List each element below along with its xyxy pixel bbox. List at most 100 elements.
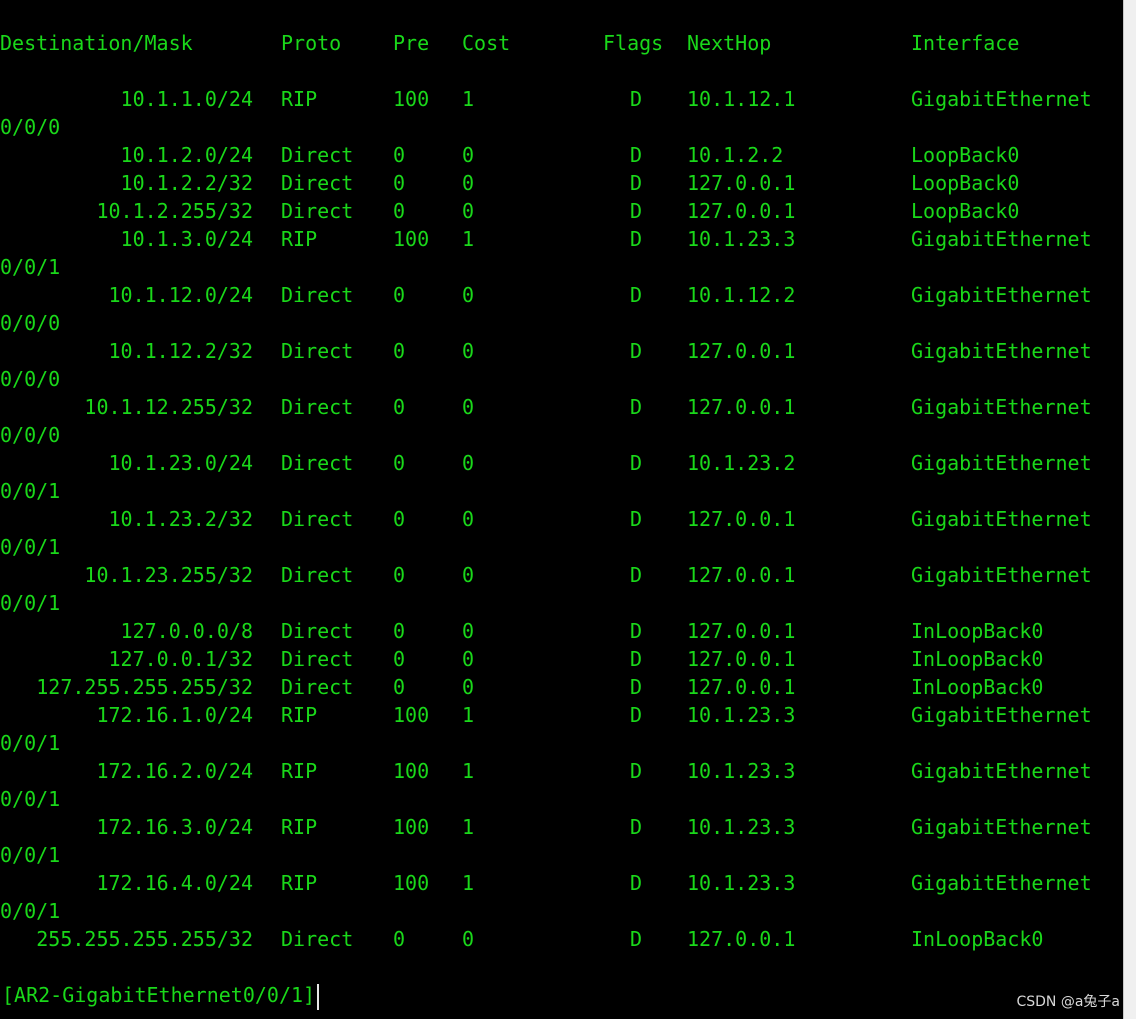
route-destination: 10.1.12.2/32 bbox=[108, 339, 254, 363]
route-interface: LoopBack0 bbox=[911, 171, 1020, 195]
route-cost: 0 bbox=[462, 647, 475, 671]
route-preference: 0 bbox=[393, 339, 406, 363]
route-interface: GigabitEthernet bbox=[911, 759, 1092, 783]
route-destination: 10.1.12.0/24 bbox=[108, 283, 254, 307]
route-proto: RIP bbox=[281, 871, 318, 895]
interface-wrap: 0/0/0 bbox=[0, 423, 61, 447]
route-cost: 0 bbox=[462, 283, 475, 307]
header-pre: Pre bbox=[393, 31, 430, 55]
route-interface: InLoopBack0 bbox=[911, 647, 1044, 671]
watermark: CSDN @a兔子a bbox=[1016, 994, 1120, 1010]
table-row: 10.1.23.0/24 Direct 0 0 D 10.1.23.2 GigabitEth… bbox=[0, 449, 1124, 477]
route-destination: 10.1.23.0/24 bbox=[108, 451, 254, 475]
route-preference: 100 bbox=[393, 871, 430, 895]
route-proto: Direct bbox=[281, 647, 354, 671]
route-flags: D bbox=[630, 927, 643, 951]
route-flags: D bbox=[630, 451, 643, 475]
command-prompt[interactable]: [AR2-GigabitEthernet0/0/1] bbox=[2, 981, 320, 1010]
route-flags: D bbox=[630, 815, 643, 839]
route-cost: 0 bbox=[462, 395, 475, 419]
table-row: 10.1.2.255/32 Direct 0 0 D 127.0.0.1 LoopBack0 bbox=[0, 197, 1124, 225]
route-cost: 0 bbox=[462, 143, 475, 167]
route-destination: 10.1.23.255/32 bbox=[84, 563, 253, 587]
route-nexthop: 10.1.23.3 bbox=[687, 759, 796, 783]
route-preference: 0 bbox=[393, 507, 406, 531]
route-proto: Direct bbox=[281, 395, 354, 419]
route-destination: 10.1.2.2/32 bbox=[120, 171, 253, 195]
route-preference: 100 bbox=[393, 759, 430, 783]
route-nexthop: 127.0.0.1 bbox=[687, 675, 796, 699]
route-cost: 1 bbox=[462, 703, 475, 727]
route-destination: 255.255.255.255/32 bbox=[36, 927, 253, 951]
route-interface: GigabitEthernet bbox=[911, 87, 1092, 111]
table-row: 172.16.2.0/24 RIP 100 1 D 10.1.23.3 GigabitEth… bbox=[0, 757, 1124, 785]
header-interface: Interface bbox=[911, 31, 1020, 55]
route-proto: Direct bbox=[281, 927, 354, 951]
route-cost: 0 bbox=[462, 339, 475, 363]
route-interface: GigabitEthernet bbox=[911, 451, 1092, 475]
route-preference: 0 bbox=[393, 199, 406, 223]
route-proto: Direct bbox=[281, 339, 354, 363]
route-destination: 127.255.255.255/32 bbox=[36, 675, 253, 699]
table-row: 127.0.0.1/32 Direct 0 0 D 127.0.0.1 InLoopBack… bbox=[0, 645, 1124, 673]
interface-wrap: 0/0/1 bbox=[0, 535, 61, 559]
route-interface: GigabitEthernet bbox=[911, 703, 1092, 727]
route-proto: Direct bbox=[281, 143, 354, 167]
route-proto: RIP bbox=[281, 227, 318, 251]
table-row: 10.1.12.255/32 Direct 0 0 D 127.0.0.1 GigabitE… bbox=[0, 393, 1124, 421]
route-proto: RIP bbox=[281, 815, 318, 839]
route-interface: InLoopBack0 bbox=[911, 927, 1044, 951]
route-interface: InLoopBack0 bbox=[911, 619, 1044, 643]
interface-wrap: 0/0/0 bbox=[0, 367, 61, 391]
route-proto: Direct bbox=[281, 675, 354, 699]
route-destination: 172.16.3.0/24 bbox=[96, 815, 253, 839]
route-preference: 0 bbox=[393, 395, 406, 419]
route-proto: Direct bbox=[281, 451, 354, 475]
route-proto: Direct bbox=[281, 171, 354, 195]
route-nexthop: 127.0.0.1 bbox=[687, 395, 796, 419]
table-row: 10.1.3.0/24 RIP 100 1 D 10.1.23.3 GigabitEther… bbox=[0, 225, 1124, 253]
route-nexthop: 127.0.0.1 bbox=[687, 563, 796, 587]
route-cost: 0 bbox=[462, 563, 475, 587]
route-proto: Direct bbox=[281, 619, 354, 643]
route-proto: Direct bbox=[281, 507, 354, 531]
route-destination: 10.1.2.0/24 bbox=[120, 143, 253, 167]
route-cost: 1 bbox=[462, 227, 475, 251]
route-destination: 127.0.0.0/8 bbox=[120, 619, 253, 643]
route-flags: D bbox=[630, 647, 643, 671]
interface-wrap: 0/0/1 bbox=[0, 787, 61, 811]
route-nexthop: 10.1.2.2 bbox=[687, 143, 784, 167]
route-flags: D bbox=[630, 199, 643, 223]
window-edge bbox=[1123, 0, 1136, 1019]
route-destination: 10.1.2.255/32 bbox=[96, 199, 253, 223]
route-flags: D bbox=[630, 87, 643, 111]
route-destination: 172.16.1.0/24 bbox=[96, 703, 253, 727]
route-nexthop: 127.0.0.1 bbox=[687, 199, 796, 223]
header-nexthop: NextHop bbox=[687, 31, 772, 55]
route-flags: D bbox=[630, 703, 643, 727]
route-interface: GigabitEthernet bbox=[911, 339, 1092, 363]
route-preference: 0 bbox=[393, 619, 406, 643]
interface-wrap: 0/0/0 bbox=[0, 115, 61, 139]
route-nexthop: 127.0.0.1 bbox=[687, 619, 796, 643]
route-flags: D bbox=[630, 759, 643, 783]
route-nexthop: 127.0.0.1 bbox=[687, 339, 796, 363]
route-preference: 0 bbox=[393, 143, 406, 167]
route-nexthop: 127.0.0.1 bbox=[687, 927, 796, 951]
route-flags: D bbox=[630, 395, 643, 419]
route-preference: 0 bbox=[393, 927, 406, 951]
route-interface: LoopBack0 bbox=[911, 143, 1020, 167]
route-nexthop: 10.1.23.3 bbox=[687, 227, 796, 251]
terminal-window[interactable]: Destination/Mask Proto Pre Cost Flags Ne… bbox=[0, 0, 1124, 1019]
route-nexthop: 10.1.23.3 bbox=[687, 815, 796, 839]
table-header: Destination/Mask Proto Pre Cost Flags Ne… bbox=[0, 29, 1124, 57]
table-row: 127.0.0.0/8 Direct 0 0 D 127.0.0.1 InLoopBack0 bbox=[0, 617, 1124, 645]
route-destination: 10.1.3.0/24 bbox=[120, 227, 253, 251]
table-row: 10.1.1.0/24 RIP 100 1 D 10.1.12.1 GigabitEther… bbox=[0, 85, 1124, 113]
route-preference: 0 bbox=[393, 647, 406, 671]
route-interface: GigabitEthernet bbox=[911, 283, 1092, 307]
interface-wrap: 0/0/1 bbox=[0, 899, 61, 923]
route-preference: 100 bbox=[393, 87, 430, 111]
route-nexthop: 10.1.23.3 bbox=[687, 871, 796, 895]
route-cost: 1 bbox=[462, 871, 475, 895]
